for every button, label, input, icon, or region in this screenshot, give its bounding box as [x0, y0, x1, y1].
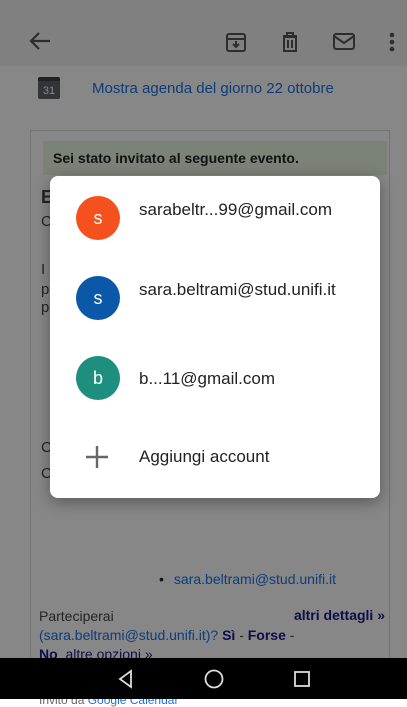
- add-account-label: Aggiungi account: [139, 447, 270, 466]
- avatar: s: [76, 276, 120, 320]
- account-email: sara.beltrami@stud.unifi.it: [139, 280, 336, 299]
- back-triangle-icon[interactable]: [96, 658, 156, 699]
- account-item[interactable]: s sarabeltr...99@gmail.com: [50, 182, 380, 254]
- account-email: b...11@gmail.com: [139, 369, 275, 388]
- plus-icon: [84, 444, 110, 470]
- avatar: b: [76, 356, 120, 400]
- account-item[interactable]: b b...11@gmail.com: [50, 342, 380, 414]
- recents-square-icon[interactable]: [272, 658, 332, 699]
- add-account-button[interactable]: Aggiungi account: [50, 426, 380, 488]
- home-circle-icon[interactable]: [184, 658, 244, 699]
- account-email: sarabeltr...99@gmail.com: [139, 200, 333, 219]
- account-chooser-dialog: s sarabeltr...99@gmail.com s sara.beltra…: [50, 176, 380, 498]
- avatar: s: [76, 196, 120, 240]
- system-nav-bar: [0, 658, 407, 699]
- account-item[interactable]: s sara.beltrami@stud.unifi.it: [50, 262, 380, 334]
